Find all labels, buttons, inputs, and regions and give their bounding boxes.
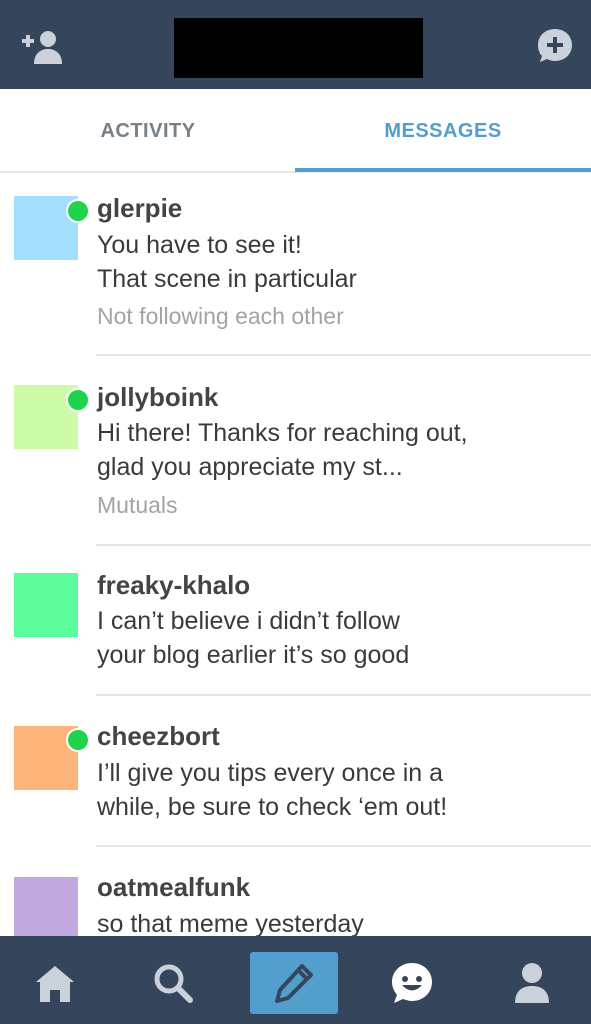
- preview-line: You have to see it!: [97, 231, 302, 259]
- message-preview: so that meme yesterday: [97, 907, 577, 936]
- message-preview: I’ll give you tips every once in a while…: [97, 756, 577, 824]
- username[interactable]: jollyboink: [97, 382, 218, 413]
- redacted-title: [174, 18, 423, 78]
- online-indicator: [66, 388, 90, 412]
- preview-line: I’ll give you tips every once in a: [97, 759, 444, 787]
- preview-line: so that meme yesterday: [97, 910, 364, 936]
- avatar[interactable]: [14, 877, 78, 936]
- preview-line: glad you appreciate my st...: [97, 453, 403, 481]
- new-message-button[interactable]: [533, 24, 577, 68]
- home-icon: [36, 966, 74, 1002]
- active-tab-indicator: [295, 168, 591, 172]
- avatar[interactable]: [14, 573, 78, 637]
- new-message-icon: [538, 29, 572, 62]
- preview-line: That scene in particular: [97, 265, 357, 293]
- preview-line: Hi there! Thanks for reaching out,: [97, 419, 468, 447]
- divider: [96, 694, 591, 696]
- nav-messaging-button[interactable]: [368, 952, 456, 1014]
- username[interactable]: glerpie: [97, 193, 182, 224]
- preview-line: I can’t believe i didn’t follow: [97, 607, 400, 635]
- list-item[interactable]: cheezbort I’ll give you tips every once …: [0, 697, 591, 848]
- add-user-button[interactable]: [20, 24, 64, 68]
- compose-button[interactable]: [250, 952, 338, 1014]
- username[interactable]: oatmealfunk: [97, 872, 250, 903]
- preview-line: while, be sure to check ‘em out!: [97, 793, 448, 821]
- username[interactable]: cheezbort: [97, 721, 220, 752]
- list-item[interactable]: jollyboink Hi there! Thanks for reaching…: [0, 356, 591, 546]
- nav-home-button[interactable]: [11, 952, 99, 1014]
- online-indicator: [66, 199, 90, 223]
- message-preview: You have to see it! That scene in partic…: [97, 228, 577, 296]
- add-user-icon: [22, 31, 62, 64]
- list-item[interactable]: oatmealfunk so that meme yesterday: [0, 848, 591, 936]
- message-preview: I can’t believe i didn’t follow your blo…: [97, 604, 577, 672]
- list-item[interactable]: glerpie You have to see it! That scene i…: [0, 173, 591, 356]
- account-icon: [515, 963, 549, 1003]
- messaging-icon: [392, 963, 432, 1003]
- app-root: ACTIVITY MESSAGES glerpie You have to se…: [0, 0, 591, 1024]
- message-list: glerpie You have to see it! That scene i…: [0, 173, 591, 936]
- divider: [96, 845, 591, 847]
- search-icon: [154, 964, 193, 1003]
- list-item[interactable]: freaky-khalo I can’t believe i didn’t fo…: [0, 546, 591, 697]
- preview-line: your blog earlier it’s so good: [97, 641, 410, 669]
- tab-bar: ACTIVITY MESSAGES: [0, 89, 591, 173]
- nav-account-button[interactable]: [488, 952, 576, 1014]
- relationship-status: Mutuals: [97, 492, 178, 518]
- message-preview: Hi there! Thanks for reaching out, glad …: [97, 416, 577, 484]
- online-indicator: [66, 728, 90, 752]
- nav-search-button[interactable]: [129, 952, 217, 1014]
- username[interactable]: freaky-khalo: [97, 570, 250, 601]
- bottom-nav: [0, 936, 591, 1024]
- relationship-status: Not following each other: [97, 303, 344, 329]
- top-bar: [0, 0, 591, 89]
- compose-icon: [275, 964, 313, 1003]
- tab-activity[interactable]: ACTIVITY: [0, 89, 296, 173]
- tab-messages[interactable]: MESSAGES: [295, 89, 591, 173]
